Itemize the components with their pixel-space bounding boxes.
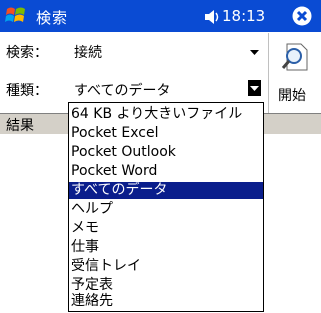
start-button-label: 開始 <box>278 88 306 104</box>
dropdown-option[interactable]: Pocket Outlook <box>69 144 263 161</box>
dropdown-option[interactable]: メモ <box>69 220 263 237</box>
results-label: 結果 <box>6 118 34 134</box>
dropdown-option[interactable]: 64 KB より大きいファイル <box>69 106 263 123</box>
close-icon[interactable] <box>292 6 312 26</box>
search-input[interactable]: 接続 <box>74 42 102 62</box>
windows-start-icon[interactable] <box>4 3 30 29</box>
magnifier-document-icon <box>281 43 308 71</box>
type-dropdown-list[interactable]: 64 KB より大きいファイル Pocket Excel Pocket Outl… <box>68 102 264 312</box>
title-bar: 検索 18:13 <box>0 0 321 32</box>
dropdown-option[interactable]: 仕事 <box>69 239 263 256</box>
dropdown-option-selected[interactable]: すべてのデータ <box>69 182 263 199</box>
dropdown-option[interactable]: 予定表 <box>69 277 263 294</box>
app-title: 検索 <box>36 9 69 27</box>
type-dropdown-arrow-icon[interactable] <box>248 80 261 96</box>
dropdown-option[interactable]: ヘルプ <box>69 201 263 218</box>
type-label: 種類： <box>6 83 48 99</box>
clock[interactable]: 18:13 <box>222 7 265 25</box>
dropdown-option[interactable]: Pocket Word <box>69 163 263 180</box>
dropdown-option[interactable]: Pocket Excel <box>69 125 263 142</box>
type-select[interactable]: すべてのデータ <box>74 80 170 100</box>
dropdown-option[interactable]: 受信トレイ <box>69 258 263 275</box>
dropdown-option[interactable]: 連絡先 <box>69 293 263 310</box>
speaker-icon[interactable] <box>203 8 221 26</box>
search-label: 検索： <box>6 45 48 61</box>
chevron-down-icon[interactable] <box>248 44 261 60</box>
start-search-button[interactable]: 開始 <box>269 40 321 110</box>
